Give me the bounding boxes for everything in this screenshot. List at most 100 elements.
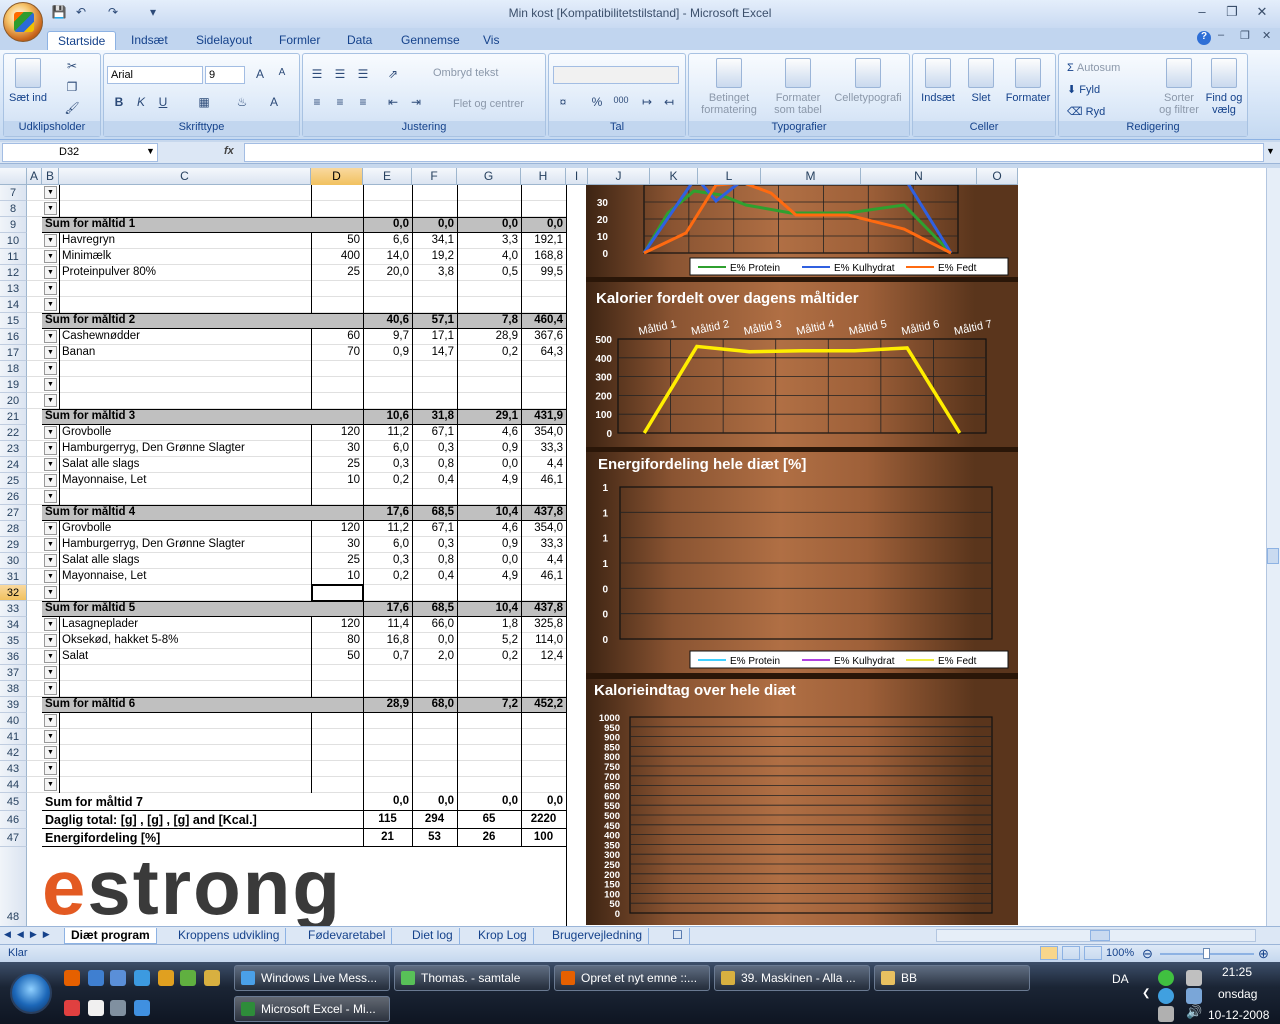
- grow-font-icon[interactable]: A: [250, 66, 270, 84]
- wrap-text-button[interactable]: Ombryd tekst: [433, 67, 498, 79]
- food-dropdown-icon[interactable]: ▼: [44, 714, 57, 727]
- page-break-view-icon[interactable]: [1084, 946, 1102, 960]
- cell-g[interactable]: 0,2: [457, 345, 521, 361]
- food-dropdown-icon[interactable]: ▼: [44, 458, 57, 471]
- conditional-formatting-button[interactable]: Betinget formatering: [691, 58, 767, 116]
- cell-g[interactable]: 0,0: [457, 457, 521, 473]
- row-header[interactable]: 47: [0, 829, 27, 847]
- format-as-table-button[interactable]: Formater som tabel: [767, 58, 829, 116]
- cell-g[interactable]: 65: [457, 812, 521, 828]
- cell-e[interactable]: 6,0: [363, 537, 412, 553]
- row-header[interactable]: 43: [0, 761, 27, 777]
- row-header[interactable]: 40: [0, 713, 27, 729]
- workbook-close-icon[interactable]: ✕: [1262, 29, 1271, 42]
- minimize-button[interactable]: –: [1190, 4, 1214, 22]
- fill-button[interactable]: ⬇ Fyld: [1067, 84, 1100, 96]
- zoom-in-icon[interactable]: ⊕: [1258, 946, 1269, 962]
- food-dropdown-icon[interactable]: ▼: [44, 730, 57, 743]
- cell-e[interactable]: 0,3: [363, 553, 412, 569]
- cell-g[interactable]: 0,0: [457, 794, 521, 810]
- clock-time[interactable]: 21:25: [1222, 965, 1252, 979]
- mail-icon[interactable]: [88, 1000, 104, 1016]
- row-header[interactable]: 39: [0, 697, 27, 713]
- network-tray-icon[interactable]: [1186, 988, 1202, 1004]
- food-dropdown-icon[interactable]: ▼: [44, 682, 57, 695]
- cell-h[interactable]: 12,4: [521, 649, 566, 665]
- cell-h[interactable]: 0,0: [521, 217, 566, 233]
- row-header[interactable]: 13: [0, 281, 27, 297]
- increase-decimal-icon[interactable]: ↦: [637, 94, 657, 112]
- cell-g[interactable]: 1,8: [457, 617, 521, 633]
- cell-h[interactable]: 367,6: [521, 329, 566, 345]
- row-header[interactable]: 31: [0, 569, 27, 585]
- column-header-g[interactable]: G: [457, 168, 521, 185]
- cell-d[interactable]: 30: [311, 537, 363, 553]
- search-icon[interactable]: [134, 1000, 150, 1016]
- row-header[interactable]: 22: [0, 425, 27, 441]
- ribbon-minimize-icon[interactable]: –: [1218, 29, 1224, 41]
- cell-h[interactable]: 325,8: [521, 617, 566, 633]
- cell-f[interactable]: 57,1: [412, 313, 457, 329]
- user-icon[interactable]: [1158, 988, 1174, 1004]
- vertical-scroll-thumb[interactable]: [1267, 548, 1279, 564]
- cell-g[interactable]: 0,0: [457, 553, 521, 569]
- cell-c[interactable]: Sum for måltid 4: [42, 505, 362, 521]
- cell-d[interactable]: 10: [311, 473, 363, 489]
- cell-e[interactable]: 9,7: [363, 329, 412, 345]
- row-header[interactable]: 46: [0, 811, 27, 829]
- row-header[interactable]: 7: [0, 185, 27, 201]
- name-box-dropdown-icon[interactable]: ▼: [146, 146, 155, 156]
- cell-g[interactable]: 10,4: [457, 601, 521, 617]
- row-header[interactable]: 12: [0, 265, 27, 281]
- column-header-e[interactable]: E: [363, 168, 412, 185]
- number-format-select[interactable]: [553, 66, 679, 84]
- cut-icon[interactable]: ✂: [62, 58, 82, 76]
- food-dropdown-icon[interactable]: ▼: [44, 250, 57, 263]
- cell-c[interactable]: Salat alle slags: [59, 553, 311, 569]
- cell-h[interactable]: 46,1: [521, 569, 566, 585]
- italic-icon[interactable]: K: [131, 94, 151, 112]
- cell-h[interactable]: 100: [521, 830, 566, 846]
- power-icon[interactable]: [1186, 970, 1202, 986]
- format-cells-button[interactable]: Formater: [1001, 58, 1055, 104]
- customize-qat-icon[interactable]: ▾: [144, 5, 162, 21]
- desktop-icon[interactable]: [110, 970, 126, 986]
- cell-grid[interactable]: 7 ▼ 8 ▼ 9 Sum for måltid 1 0,0 0,0 0,0 0,0 10 ▼ Havr…: [0, 185, 586, 927]
- cell-c[interactable]: Sum for måltid 6: [42, 697, 362, 713]
- cell-h[interactable]: 452,2: [521, 697, 566, 713]
- cell-e[interactable]: 10,6: [363, 409, 412, 425]
- expand-formula-bar-icon[interactable]: ▼: [1266, 146, 1275, 156]
- cell-g[interactable]: 0,0: [457, 217, 521, 233]
- select-all[interactable]: [0, 168, 27, 185]
- zoom-slider-thumb[interactable]: [1203, 948, 1210, 959]
- paste-button[interactable]: Sæt ind: [8, 58, 48, 104]
- row-header[interactable]: 29: [0, 537, 27, 553]
- cell-g[interactable]: 5,2: [457, 633, 521, 649]
- cell-f[interactable]: 3,8: [412, 265, 457, 281]
- taskbar-folder[interactable]: BB: [874, 965, 1030, 991]
- cell-d[interactable]: 50: [311, 649, 363, 665]
- cell-d[interactable]: 25: [311, 457, 363, 473]
- row-header[interactable]: 18: [0, 361, 27, 377]
- food-dropdown-icon[interactable]: ▼: [44, 570, 57, 583]
- column-header-j[interactable]: J: [588, 168, 650, 185]
- cell-f[interactable]: 2,0: [412, 649, 457, 665]
- formula-input[interactable]: [244, 143, 1264, 162]
- cell-d[interactable]: 25: [311, 265, 363, 281]
- tab-vis[interactable]: Vis: [473, 31, 509, 50]
- cell-c[interactable]: Mayonnaise, Let: [59, 569, 311, 585]
- row-header[interactable]: 33: [0, 601, 27, 617]
- cell-e[interactable]: 6,0: [363, 441, 412, 457]
- media-player-icon[interactable]: [158, 970, 174, 986]
- cell-f[interactable]: 0,0: [412, 217, 457, 233]
- volume-icon[interactable]: 🔊: [1186, 1004, 1202, 1020]
- tab-startside[interactable]: Startside: [47, 31, 117, 50]
- food-dropdown-icon[interactable]: ▼: [44, 282, 57, 295]
- food-dropdown-icon[interactable]: ▼: [44, 650, 57, 663]
- orientation-icon[interactable]: ⇗: [383, 66, 403, 84]
- messenger-status-icon[interactable]: [1158, 970, 1174, 986]
- row-header[interactable]: 44: [0, 777, 27, 793]
- cell-f[interactable]: 0,3: [412, 537, 457, 553]
- cell-c[interactable]: Proteinpulver 80%: [59, 265, 311, 281]
- food-dropdown-icon[interactable]: ▼: [44, 490, 57, 503]
